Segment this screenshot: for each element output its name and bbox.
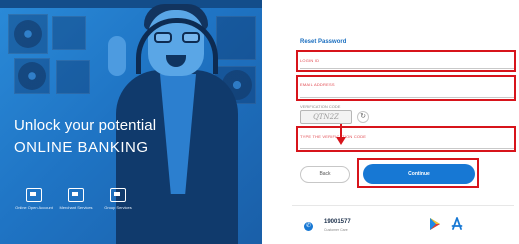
- form-title: Reset Password: [300, 39, 347, 45]
- feature-label: Merchant Services: [59, 205, 93, 210]
- arrow-down-icon: [336, 137, 346, 145]
- customer-care-number[interactable]: 19001577: [324, 219, 351, 225]
- hero-title: Unlock your potential: [14, 117, 157, 134]
- background-tile: [216, 16, 256, 60]
- back-button[interactable]: Back: [300, 166, 350, 183]
- app-store-icon[interactable]: [450, 217, 464, 231]
- feature-merchant-services[interactable]: Merchant Services: [56, 188, 96, 210]
- verification-code-highlight: [296, 126, 516, 152]
- reset-password-form: Reset Password LOGIN ID EMAIL ADDRESS VE…: [262, 0, 519, 244]
- document-icon: [68, 188, 84, 202]
- feature-label: Online Open Account: [15, 205, 53, 210]
- background-tile: [52, 16, 86, 50]
- feature-online-account[interactable]: Online Open Account: [14, 188, 54, 210]
- continue-highlight: [357, 158, 479, 188]
- google-play-icon[interactable]: [430, 218, 440, 230]
- vinyl-record-icon: [14, 20, 42, 48]
- feature-group-services[interactable]: Group Services: [98, 188, 138, 210]
- email-highlight: [296, 75, 516, 101]
- refresh-captcha-button[interactable]: ↻: [357, 111, 369, 123]
- feature-label: Group Services: [104, 205, 132, 210]
- background-tile: [56, 60, 90, 94]
- customer-care-caption: Customer Care: [324, 228, 348, 232]
- hero-panel: Unlock your potential ONLINE BANKING Onl…: [0, 0, 262, 244]
- wallet-icon: [26, 188, 42, 202]
- refresh-icon: ↻: [360, 113, 366, 120]
- glasses-icon: [154, 32, 200, 44]
- briefcase-icon: [110, 188, 126, 202]
- person-hand: [108, 36, 126, 76]
- captcha-image: QTN2Z: [300, 110, 352, 124]
- vinyl-record-icon: [18, 62, 46, 90]
- hero-subtitle: ONLINE BANKING: [14, 139, 149, 156]
- captcha-label: VERIFICATION CODE: [300, 104, 341, 109]
- footer-divider: [292, 205, 514, 206]
- phone-icon: ✆: [304, 222, 313, 231]
- brand-strip: [0, 0, 262, 8]
- annotation-arrow-line: [340, 124, 342, 138]
- login-id-highlight: [296, 50, 516, 72]
